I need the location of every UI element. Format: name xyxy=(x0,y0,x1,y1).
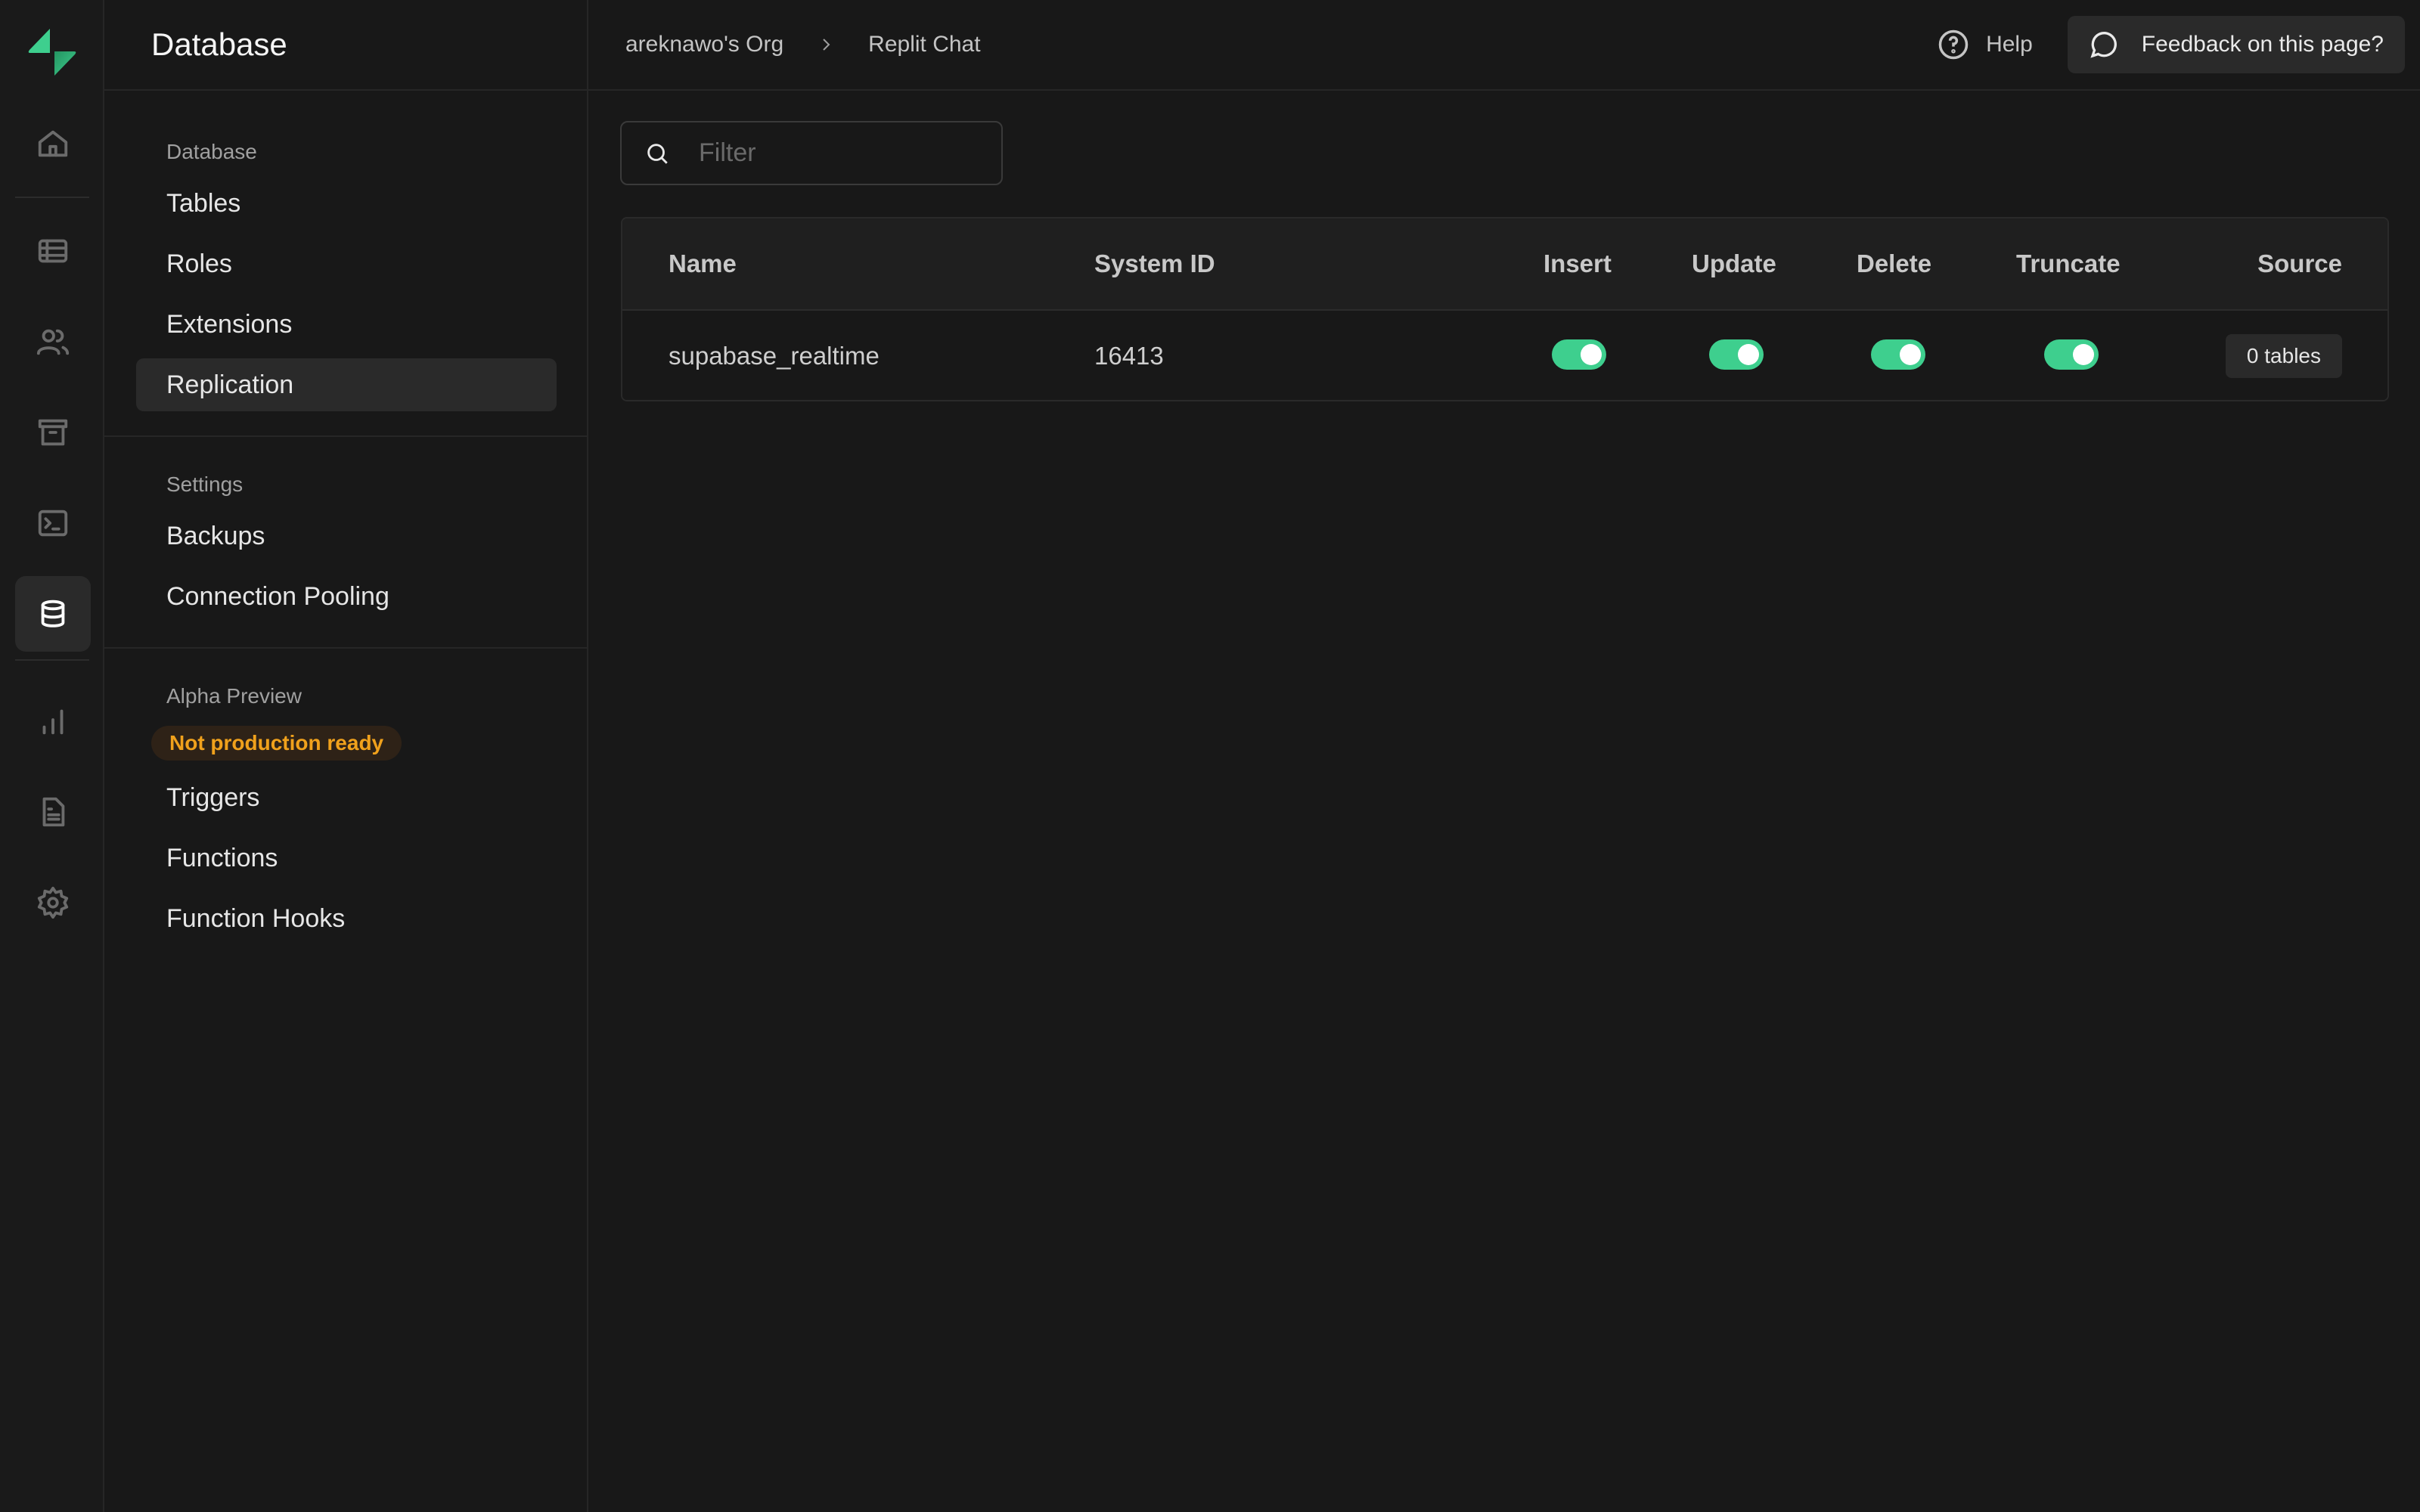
sidebar-item-roles[interactable]: Roles xyxy=(136,237,557,290)
group-label: Settings xyxy=(166,472,244,496)
group-label: Database xyxy=(166,140,257,163)
reports-icon xyxy=(42,709,64,735)
logs-icon xyxy=(42,797,65,827)
filter-input[interactable] xyxy=(699,138,986,168)
publication-system-id: 16413 xyxy=(1094,342,1164,370)
feedback-label: Feedback on this page? xyxy=(2141,32,2384,57)
table-row: supabase_realtime 16413 0 tables xyxy=(622,311,2387,400)
rail-item-table-editor[interactable] xyxy=(15,213,91,289)
rail-item-logs[interactable] xyxy=(15,774,91,850)
feedback-button[interactable]: Feedback on this page? xyxy=(2067,16,2405,73)
sidebar-group-database: Database Tables Roles Extensions Replica… xyxy=(104,91,587,437)
sidebar-item-triggers[interactable]: Triggers xyxy=(136,771,557,824)
group-label: Alpha Preview xyxy=(166,684,302,708)
source-tables-button[interactable]: 0 tables xyxy=(2225,334,2342,378)
rail-item-authentication[interactable] xyxy=(15,304,91,380)
sidebar-item-extensions[interactable]: Extensions xyxy=(136,298,557,351)
sidebar-item-connection-pooling[interactable]: Connection Pooling xyxy=(136,570,557,623)
rail-item-storage[interactable] xyxy=(15,395,91,470)
message-circle-icon xyxy=(2090,32,2117,58)
rail-item-database[interactable] xyxy=(15,576,91,652)
sidebar-item-replication[interactable]: Replication xyxy=(136,358,557,411)
column-header-insert: Insert xyxy=(1544,249,1612,277)
column-header-name: Name xyxy=(669,249,737,277)
help-button[interactable]: Help xyxy=(1938,29,2033,60)
sidebar-group-alpha-preview: Alpha Preview Not production ready Trigg… xyxy=(104,649,587,969)
home-icon xyxy=(38,130,68,157)
sidebar-item-backups[interactable]: Backups xyxy=(136,510,557,562)
search-icon xyxy=(647,143,668,164)
rail-item-settings[interactable] xyxy=(15,865,91,940)
sidebar-item-functions[interactable]: Functions xyxy=(136,832,557,885)
sidebar-item-tables[interactable]: Tables xyxy=(136,177,557,230)
column-header-delete: Delete xyxy=(1857,249,1932,277)
terminal-icon xyxy=(38,510,68,537)
users-icon xyxy=(36,329,70,355)
filter-field[interactable] xyxy=(620,121,1003,185)
insert-toggle[interactable] xyxy=(1552,339,1606,370)
sidebar-item-function-hooks[interactable]: Function Hooks xyxy=(136,892,557,945)
chevron-right-icon xyxy=(817,36,835,54)
top-bar: areknawo's Org Replit Chat Help Feedback… xyxy=(588,0,2420,91)
breadcrumb-project[interactable]: Replit Chat xyxy=(868,32,980,57)
top-bar-actions: Help Feedback on this page? xyxy=(1938,16,2405,73)
sidebar-title: Database xyxy=(151,26,287,62)
help-label: Help xyxy=(1986,32,2033,57)
publication-name: supabase_realtime xyxy=(669,342,880,370)
breadcrumb-org[interactable]: areknawo's Org xyxy=(625,32,783,57)
not-production-ready-badge: Not production ready xyxy=(151,726,402,761)
help-circle-icon xyxy=(1938,29,1969,60)
update-toggle[interactable] xyxy=(1709,339,1764,370)
rail-item-home[interactable] xyxy=(15,106,91,181)
icon-rail xyxy=(0,0,104,1512)
column-header-system-id: System ID xyxy=(1094,249,1215,277)
column-header-truncate: Truncate xyxy=(2016,249,2121,277)
sidebar-header: Database xyxy=(104,0,587,91)
settings-icon xyxy=(37,886,69,919)
publications-table: Name System ID Insert Update Delete Trun… xyxy=(621,217,2389,401)
column-header-update: Update xyxy=(1692,249,1776,277)
truncate-toggle[interactable] xyxy=(2044,339,2099,370)
database-icon xyxy=(41,600,65,627)
rail-divider xyxy=(15,659,89,661)
column-header-source: Source xyxy=(2257,249,2342,277)
rail-item-reports[interactable] xyxy=(15,683,91,759)
sidebar-group-settings: Settings Backups Connection Pooling xyxy=(104,437,587,649)
supabase-logo-icon[interactable] xyxy=(27,27,77,77)
rail-divider xyxy=(15,197,89,198)
table-editor-icon xyxy=(38,239,68,263)
delete-toggle[interactable] xyxy=(1871,339,1925,370)
storage-icon xyxy=(38,419,68,446)
table-header: Name System ID Insert Update Delete Trun… xyxy=(622,218,2387,311)
rail-item-sql-editor[interactable] xyxy=(15,485,91,561)
database-sidebar: Database Database Tables Roles Extension… xyxy=(104,0,588,1512)
